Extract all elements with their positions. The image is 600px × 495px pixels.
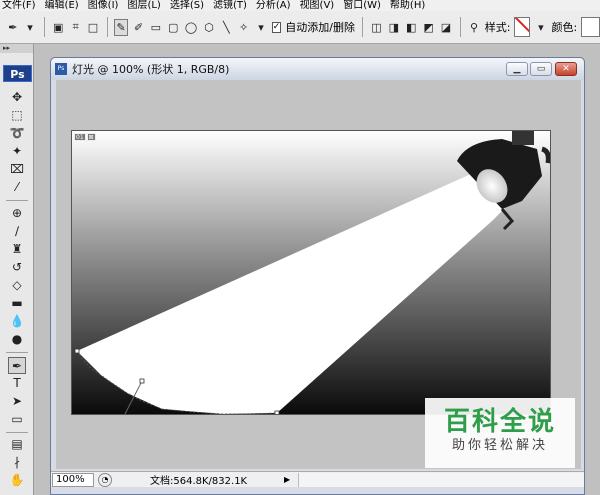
toolbox: ▸▸ Ps ✥ ⬚ ➰ ✦ ⌧ ⁄ ⊕ ∕ ♜ ↺ ◇ ▬ 💧 ● ✒ T ➤ … bbox=[0, 44, 34, 495]
auto-add-delete-checkbox[interactable]: ✓ bbox=[271, 21, 282, 33]
zoom-field[interactable]: 100% bbox=[52, 472, 94, 487]
chevron-down-icon[interactable]: ▾ bbox=[254, 19, 267, 36]
options-bar: ✒ ▾ ▣ ⌗ □ ✎ ✐ ▭ ▢ ◯ ⬡ ╲ ✧ ▾ ✓ 自动添加/删除 ◫ … bbox=[0, 11, 600, 44]
combine-icon[interactable]: ◫ bbox=[370, 19, 383, 36]
move-tool-icon[interactable]: ✥ bbox=[8, 89, 26, 106]
document-info: 文档:564.8K/832.1K bbox=[150, 476, 248, 487]
shape-layers-icon[interactable]: ▣ bbox=[52, 19, 65, 36]
freeform-pen-icon[interactable]: ✐ bbox=[132, 19, 145, 36]
watermark: 百科全说 助你轻松解决 bbox=[425, 398, 575, 468]
color-label: 颜色: bbox=[551, 21, 578, 34]
divider bbox=[6, 432, 28, 433]
link-icon[interactable]: ⚲ bbox=[467, 19, 480, 36]
dodge-tool-icon[interactable]: ● bbox=[8, 331, 26, 348]
clone-stamp-icon[interactable]: ♜ bbox=[8, 241, 26, 258]
notes-tool-icon[interactable]: ▤ bbox=[8, 436, 26, 453]
intersect-icon[interactable]: ◧ bbox=[405, 19, 418, 36]
divider bbox=[459, 17, 461, 37]
pen-tool-preset-icon[interactable]: ✒ bbox=[6, 19, 19, 36]
brush-tool-icon[interactable]: ∕ bbox=[8, 223, 26, 240]
divider bbox=[6, 200, 28, 201]
magic-wand-icon[interactable]: ✦ bbox=[8, 143, 26, 160]
blur-tool-icon[interactable]: 💧 bbox=[8, 313, 26, 330]
type-tool-icon[interactable]: T bbox=[8, 375, 26, 392]
fill-pixels-icon[interactable]: □ bbox=[86, 19, 99, 36]
rounded-rectangle-icon[interactable]: ▢ bbox=[167, 19, 180, 36]
pen-tool-icon[interactable]: ✒ bbox=[8, 357, 26, 374]
zoom-preview-icon[interactable]: ◔ bbox=[98, 472, 112, 487]
healing-brush-icon[interactable]: ⊕ bbox=[8, 205, 26, 222]
document-icon: Ps bbox=[55, 63, 67, 75]
anchor-point bbox=[274, 410, 280, 414]
pen-icon[interactable]: ✎ bbox=[114, 18, 128, 36]
lasso-tool-icon[interactable]: ➰ bbox=[8, 125, 26, 142]
menu-analysis[interactable]: 分析(A) bbox=[254, 0, 298, 11]
maximize-button[interactable]: ▭ bbox=[530, 62, 552, 76]
image-canvas[interactable]: 01 ⊠ bbox=[71, 130, 551, 415]
gradient-tool-icon[interactable]: ▬ bbox=[8, 295, 26, 312]
watermark-subtitle: 助你轻松解决 bbox=[451, 438, 548, 453]
anchor-point bbox=[74, 348, 80, 354]
color-swatch[interactable] bbox=[581, 17, 600, 37]
overlap-icon[interactable]: ◪ bbox=[439, 19, 452, 36]
horizontal-scrollbar[interactable] bbox=[298, 472, 584, 487]
subtract-icon[interactable]: ◨ bbox=[387, 19, 400, 36]
divider bbox=[43, 17, 45, 37]
line-icon[interactable]: ╲ bbox=[220, 19, 233, 36]
paths-mode-icon[interactable]: ⌗ bbox=[69, 19, 82, 36]
menu-view[interactable]: 视图(V) bbox=[298, 0, 342, 11]
menu-select[interactable]: 选择(S) bbox=[168, 0, 211, 11]
menu-file[interactable]: 文件(F) bbox=[0, 0, 43, 11]
rectangle-tool-icon[interactable]: ▭ bbox=[8, 411, 26, 428]
auto-add-delete-label: 自动添加/删除 bbox=[285, 21, 355, 34]
divider bbox=[361, 17, 363, 37]
crop-tool-icon[interactable]: ⌧ bbox=[8, 161, 26, 178]
path-selection-icon[interactable]: ➤ bbox=[8, 393, 26, 410]
hand-tool-icon[interactable]: ✋ bbox=[8, 472, 26, 489]
toolbox-grip[interactable]: ▸▸ bbox=[0, 44, 33, 53]
history-brush-icon[interactable]: ↺ bbox=[8, 259, 26, 276]
rectangle-icon[interactable]: ▭ bbox=[149, 19, 162, 36]
eyedropper-icon[interactable]: ∤ bbox=[8, 454, 26, 471]
chevron-down-icon[interactable]: ▾ bbox=[534, 19, 547, 36]
ellipse-icon[interactable]: ◯ bbox=[184, 19, 198, 36]
ps-logo[interactable]: Ps bbox=[3, 65, 32, 82]
menu-image[interactable]: 图像(I) bbox=[86, 0, 126, 11]
menu-window[interactable]: 窗口(W) bbox=[341, 0, 388, 11]
menu-bar: 文件(F) 编辑(E) 图像(I) 图层(L) 选择(S) 滤镜(T) 分析(A… bbox=[0, 0, 600, 11]
eraser-tool-icon[interactable]: ◇ bbox=[8, 277, 26, 294]
slice-badge: 01 ⊠ bbox=[74, 133, 96, 141]
exclude-icon[interactable]: ◩ bbox=[422, 19, 435, 36]
slice-number: 01 bbox=[74, 133, 86, 141]
marquee-tool-icon[interactable]: ⬚ bbox=[8, 107, 26, 124]
minimize-button[interactable]: ▁ bbox=[506, 62, 528, 76]
divider bbox=[6, 352, 28, 353]
divider bbox=[106, 17, 108, 37]
menu-help[interactable]: 帮助(H) bbox=[388, 0, 432, 11]
document-title: 灯光 @ 100% (形状 1, RGB/8) bbox=[72, 63, 230, 76]
document-titlebar[interactable]: Ps 灯光 @ 100% (形状 1, RGB/8) ▁ ▭ ✕ bbox=[51, 58, 584, 80]
menu-filter[interactable]: 滤镜(T) bbox=[211, 0, 254, 11]
close-button[interactable]: ✕ bbox=[555, 62, 577, 76]
status-menu-arrow-icon[interactable]: ▶ bbox=[284, 475, 294, 484]
eyedropper-tool-icon[interactable]: ⁄ bbox=[8, 179, 26, 196]
chevron-down-icon[interactable]: ▾ bbox=[23, 19, 36, 36]
menu-edit[interactable]: 编辑(E) bbox=[43, 0, 86, 11]
watermark-title: 百科全说 bbox=[443, 407, 556, 437]
status-bar: 100% ◔ 文档:564.8K/832.1K ▶ bbox=[51, 471, 584, 487]
style-label: 样式: bbox=[484, 21, 511, 34]
menu-layer[interactable]: 图层(L) bbox=[125, 0, 167, 11]
slice-type-icon: ⊠ bbox=[86, 133, 96, 141]
custom-shape-icon[interactable]: ✧ bbox=[237, 19, 250, 36]
style-swatch[interactable] bbox=[514, 17, 531, 37]
polygon-icon[interactable]: ⬡ bbox=[202, 19, 215, 36]
anchor-point bbox=[139, 378, 145, 384]
spotlight-image bbox=[72, 131, 550, 414]
